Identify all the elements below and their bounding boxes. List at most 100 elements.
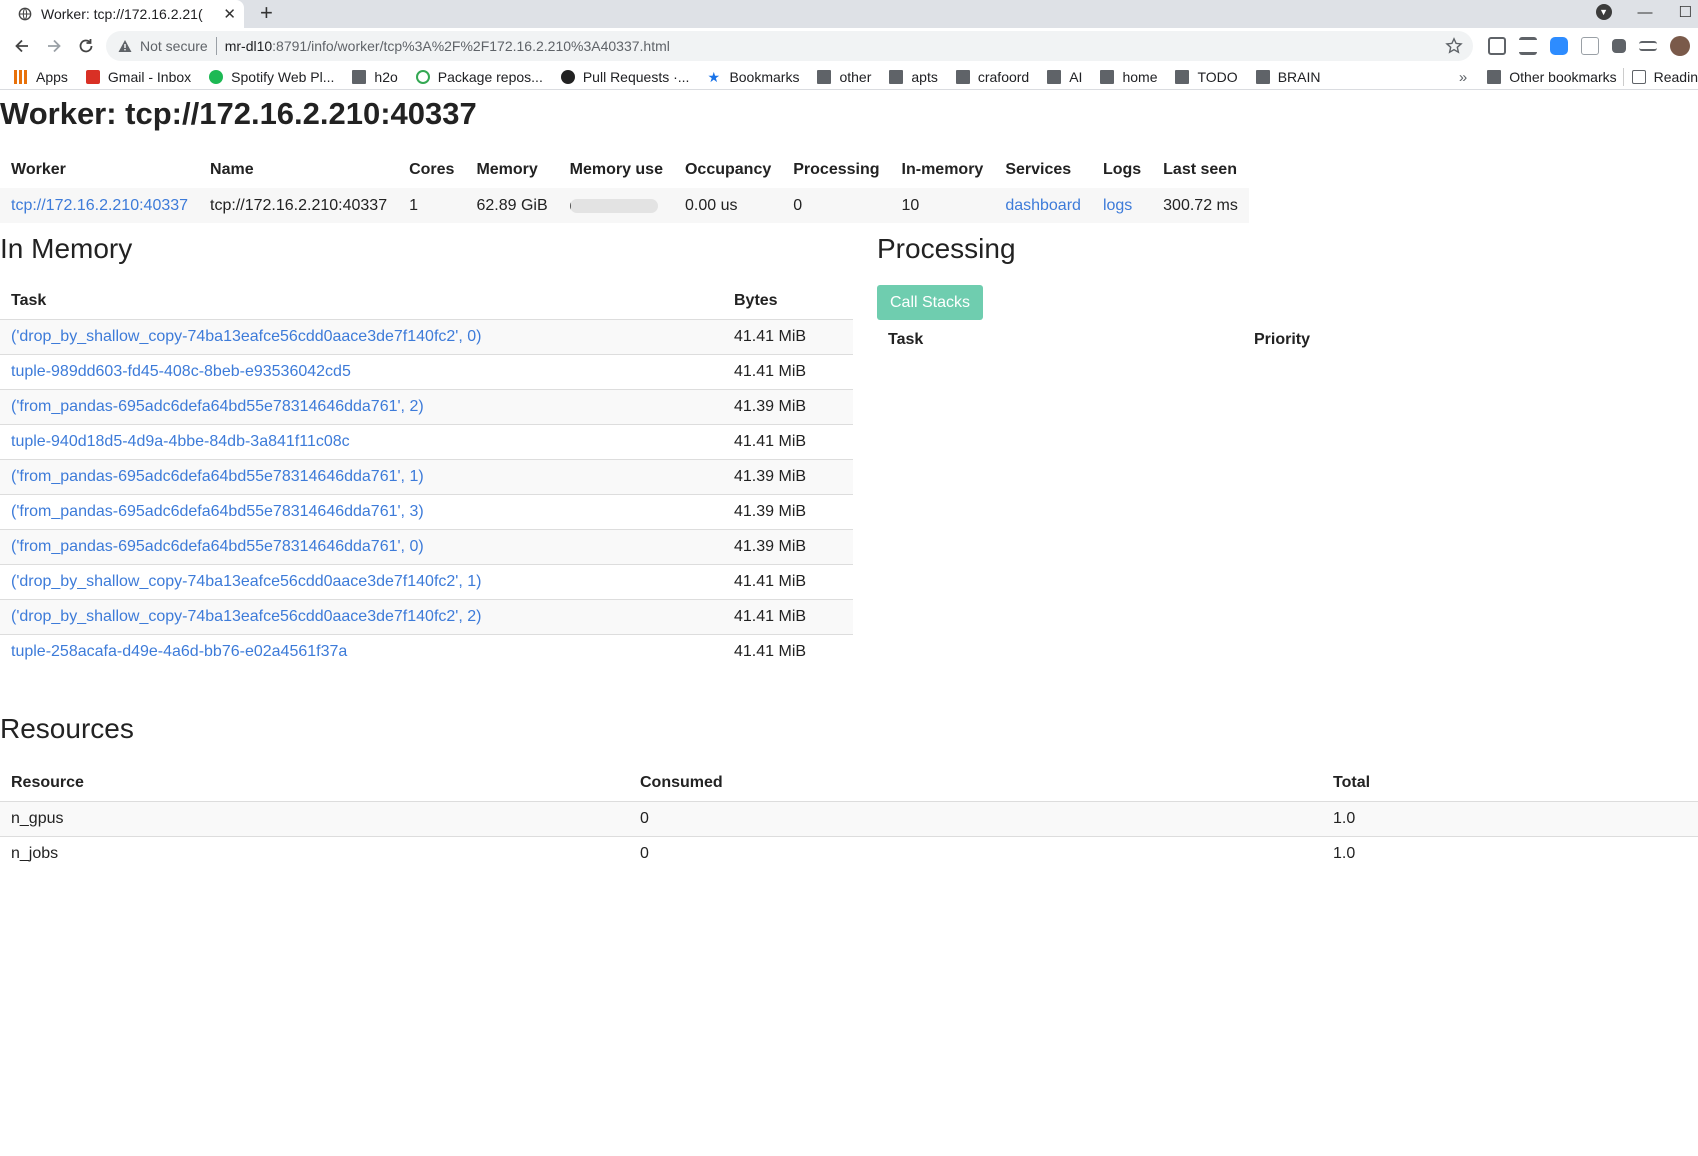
bookmark-7[interactable]: other: [817, 69, 871, 85]
zoom-extension-icon[interactable]: [1550, 37, 1568, 55]
bookmark-11[interactable]: home: [1100, 69, 1157, 85]
in-memory-body: ('drop_by_shallow_copy-74ba13eafce56cdd0…: [0, 319, 853, 669]
bookmark-3[interactable]: h2o: [352, 68, 398, 85]
browser-tab[interactable]: Worker: tcp://172.16.2.21( ✕: [0, 0, 244, 28]
tab-search-icon[interactable]: ▼: [1595, 4, 1612, 20]
folder-icon: [352, 69, 367, 84]
extension-icons: [1488, 36, 1690, 56]
resources-table: Resource Consumed Total n_gpus 0 1.0 n_jobs…: [0, 765, 1698, 871]
bookmark-13[interactable]: BRAIN: [1255, 68, 1321, 85]
folder-icon: [817, 69, 832, 84]
task-link[interactable]: ('from_pandas-695adc6defa64bd55e78314646…: [11, 503, 424, 520]
other-bookmarks[interactable]: Other bookmarks: [1487, 69, 1617, 85]
profile-avatar[interactable]: [1670, 36, 1690, 56]
task-link[interactable]: ('from_pandas-695adc6defa64bd55e78314646…: [11, 468, 424, 485]
worker-header-cell: Last seen: [1163, 161, 1237, 178]
bookmarks-list: Apps Gmail - Inbox Spotify Web Pl... h2o Pac…: [14, 69, 1338, 85]
folder-icon: [1175, 69, 1190, 84]
bookmark-label: Gmail - Inbox: [107, 68, 192, 85]
bookmark-9[interactable]: crafoord: [955, 68, 1030, 85]
resource-consumed: 0: [629, 836, 1322, 871]
tab-bar: Worker: tcp://172.16.2.21( ✕ + ▼ — ☐: [0, 0, 1698, 28]
close-tab-icon[interactable]: ✕: [223, 5, 236, 23]
resources-body: n_gpus 0 1.0 n_jobs 0 1.0: [0, 801, 1698, 871]
bookmark-8[interactable]: apts: [889, 69, 938, 85]
call-stacks-button[interactable]: Call Stacks: [877, 285, 983, 320]
worker-header-cell: Name: [210, 161, 254, 178]
table-row: ('drop_by_shallow_copy-74ba13eafce56cdd0…: [0, 319, 853, 355]
window-controls: ▼ — ☐: [1595, 3, 1698, 21]
task-link[interactable]: ('from_pandas-695adc6defa64bd55e78314646…: [11, 538, 424, 555]
bookmark-6[interactable]: ★ Bookmarks: [707, 69, 799, 85]
bookmark-label: AI: [1069, 68, 1083, 85]
back-arrow-icon[interactable]: [10, 34, 34, 58]
forward-arrow-icon[interactable]: [42, 34, 66, 58]
worker-link[interactable]: tcp://172.16.2.210:40337: [11, 197, 188, 214]
dashboard-link[interactable]: dashboard: [1005, 197, 1081, 214]
logs-link[interactable]: logs: [1103, 197, 1132, 214]
star-icon: ★: [707, 68, 720, 85]
bookmark-star-icon[interactable]: [1445, 37, 1463, 55]
copy-extension-icon[interactable]: [1581, 37, 1599, 55]
bookmark-1[interactable]: Gmail - Inbox: [85, 68, 192, 85]
worker-memory: 62.89 GiB: [465, 188, 559, 223]
bookmark-4[interactable]: Package repos...: [415, 68, 543, 85]
bookmark-2[interactable]: Spotify Web Pl...: [209, 69, 334, 85]
new-tab-icon[interactable]: +: [260, 2, 273, 24]
task-bytes: 41.39 MiB: [723, 389, 853, 425]
task-link[interactable]: ('from_pandas-695adc6defa64bd55e78314646…: [11, 398, 424, 415]
reading-list[interactable]: Readin: [1631, 69, 1698, 85]
table-row: ('from_pandas-695adc6defa64bd55e78314646…: [0, 529, 853, 565]
bookmark-label: Apps: [36, 68, 68, 85]
worker-cores: 1: [398, 188, 466, 223]
url-path: :8791/info/worker/tcp%3A%2F%2F172.16.2.2…: [272, 38, 670, 54]
bookmark-label: crafoord: [977, 68, 1030, 85]
bookmark-5[interactable]: Pull Requests ·...: [560, 69, 689, 85]
worker-header-cell: Memory use: [569, 161, 663, 178]
security-label[interactable]: Not secure: [140, 38, 208, 54]
task-link[interactable]: tuple-989dd603-fd45-408c-8beb-e93536042c…: [11, 363, 351, 380]
folder-icon: [889, 69, 904, 84]
worker-row: tcp://172.16.2.210:40337 tcp://172.16.2.…: [0, 188, 1249, 223]
table-row: tuple-940d18d5-4d9a-4bbe-84db-3a841f11c0…: [0, 424, 853, 460]
processing-task-header: Task: [888, 331, 924, 348]
task-link[interactable]: ('drop_by_shallow_copy-74ba13eafce56cdd0…: [11, 608, 481, 625]
bookmark-0[interactable]: Apps: [14, 69, 68, 85]
media-control-icon[interactable]: [1639, 41, 1657, 51]
tab-manager-extension-icon[interactable]: [1519, 37, 1537, 55]
bookmark-12[interactable]: TODO: [1175, 69, 1238, 85]
bookmark-10[interactable]: AI: [1047, 69, 1082, 85]
table-row: tuple-258acafa-d49e-4a6d-bb76-e02a4561f3…: [0, 634, 853, 669]
task-bytes: 41.39 MiB: [723, 529, 853, 565]
worker-header-cell: Processing: [793, 161, 880, 178]
processing-header: Task Priority: [877, 323, 1321, 357]
bookmark-label: home: [1122, 68, 1158, 85]
puzzle-extensions-icon[interactable]: [1612, 39, 1626, 53]
table-row: ('from_pandas-695adc6defa64bd55e78314646…: [0, 389, 853, 425]
task-link[interactable]: ('drop_by_shallow_copy-74ba13eafce56cdd0…: [11, 573, 481, 590]
other-bookmarks-label: Other bookmarks: [1509, 69, 1617, 85]
table-row: tuple-989dd603-fd45-408c-8beb-e93536042c…: [0, 354, 853, 390]
bookmark-label: BRAIN: [1277, 68, 1321, 85]
reading-list-icon: [1631, 70, 1646, 84]
bookmarks-overflow-icon[interactable]: »: [1459, 69, 1467, 86]
bookmark-label: h2o: [374, 68, 398, 85]
reader-extension-icon[interactable]: [1488, 37, 1506, 55]
reload-icon[interactable]: [74, 34, 98, 58]
in-memory-heading: In Memory: [0, 233, 133, 264]
memory-use-fill: [569, 198, 572, 213]
task-link[interactable]: tuple-940d18d5-4d9a-4bbe-84db-3a841f11c0…: [11, 433, 350, 450]
loading-ring-icon: [415, 69, 430, 84]
worker-header-cell: Occupancy: [684, 161, 772, 178]
minimize-icon[interactable]: —: [1638, 4, 1653, 21]
warning-icon[interactable]: [118, 39, 132, 53]
task-link[interactable]: tuple-258acafa-d49e-4a6d-bb76-e02a4561f3…: [11, 643, 347, 660]
bookmark-label: Package repos...: [437, 68, 543, 85]
task-link[interactable]: ('drop_by_shallow_copy-74ba13eafce56cdd0…: [11, 328, 481, 345]
address-bar[interactable]: Not secure mr-dl10:8791/info/worker/tcp%…: [106, 31, 1473, 61]
maximize-icon[interactable]: ☐: [1679, 3, 1692, 21]
worker-processing: 0: [782, 188, 891, 223]
worker-in-memory: 10: [890, 188, 995, 223]
worker-header-cell: Memory: [476, 161, 538, 178]
apps-grid-icon: [14, 69, 28, 84]
